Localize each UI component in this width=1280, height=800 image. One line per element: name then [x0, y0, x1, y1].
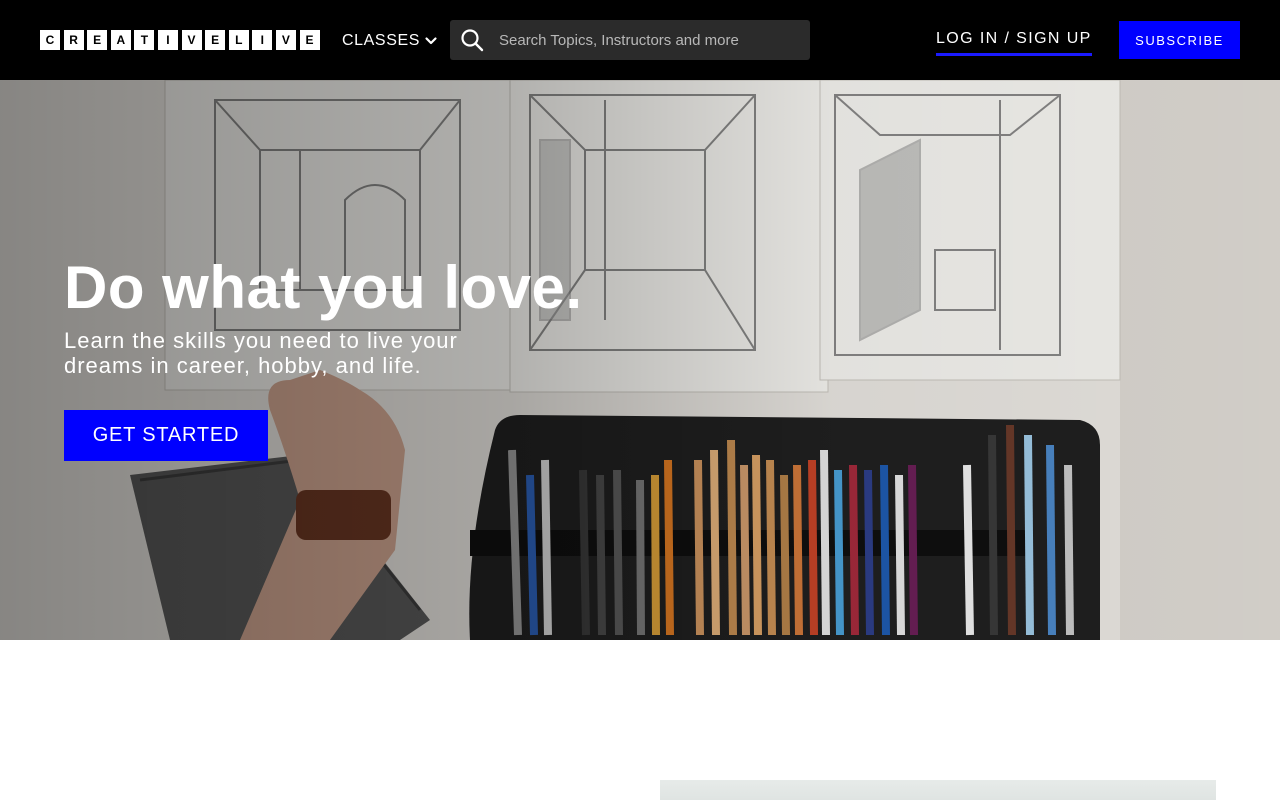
chevron-down-icon	[425, 37, 437, 45]
content-section	[0, 640, 1280, 800]
feature-preview-image	[660, 780, 1216, 800]
logo-letter: E	[87, 30, 108, 50]
search-bar	[450, 20, 810, 60]
classes-label: CLASSES	[342, 32, 421, 49]
logo-letter: I	[252, 30, 273, 50]
logo-letter: V	[275, 30, 296, 50]
creativelive-logo[interactable]: CREATIVELIVE	[40, 30, 322, 50]
logo-letter: E	[299, 30, 320, 50]
logo-letter: C	[40, 30, 60, 50]
logo-letter: R	[63, 30, 84, 50]
search-input[interactable]	[499, 20, 810, 60]
logo-letter: I	[157, 30, 178, 50]
get-started-button[interactable]: GET STARTED	[64, 410, 268, 461]
logo-letter: T	[134, 30, 155, 50]
logo-letter: V	[181, 30, 202, 50]
top-navigation-bar: CREATIVELIVE CLASSES LOG IN / SIGN UP SU…	[0, 0, 1280, 80]
classes-dropdown-button[interactable]: CLASSES	[342, 29, 438, 53]
hero-banner: Do what you love. Learn the skills you n…	[0, 80, 1280, 640]
logo-letter: A	[110, 30, 131, 50]
login-signup-link[interactable]: LOG IN / SIGN UP	[936, 30, 1092, 56]
subscribe-button[interactable]: SUBSCRIBE	[1119, 21, 1240, 59]
logo-letter: L	[228, 30, 249, 50]
hero-subtitle: Learn the skills you need to live your d…	[64, 328, 458, 378]
hero-title: Do what you love.	[64, 254, 583, 321]
search-icon[interactable]	[460, 28, 484, 52]
logo-letter: E	[205, 30, 226, 50]
